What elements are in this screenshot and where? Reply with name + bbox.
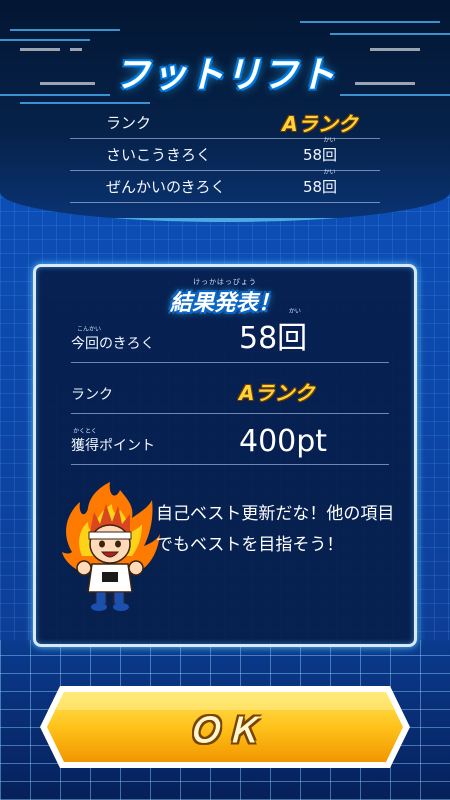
points-value: 400pt [239,424,328,459]
record-label-ruby: こんかい [76,326,102,333]
rank-badge: Aランク [239,381,315,405]
result-message: 自己ベスト更新だな！他の項目でもベストを目指そう！ [156,504,395,555]
points-label-ruby: かくとく [73,428,97,435]
game-title: フットリフト [113,55,336,96]
summary-best-label: さいこうきろく [106,146,212,164]
result-row-points: かくとく獲得ポイント 400pt [71,421,389,465]
flaming-hair-character-icon [62,482,160,611]
ok-button-container: ＯＫ [38,684,412,770]
ok-label: ＯＫ [187,710,263,751]
summary-previous-value: 58回 [302,178,338,196]
summary-best-value: 58回 [302,146,338,164]
result-row-rank: ランク Aランク [71,370,389,414]
summary-rank-badge: Aランク [282,112,358,136]
record-label: 今回のきろく [71,336,155,352]
result-panel: けっかはっぴょう 結果発表！ こんかい 今回のきろく かい 58回 ランク Aランク… [33,264,417,647]
header-band: フットリフト ランク Aランク さいこうきろく かい 58回 ぜんかいのきろく か… [0,0,450,222]
summary-previous-ruby: かい [323,169,336,176]
record-value-ruby: かい [288,308,301,315]
summary-row-previous: ぜんかいのきろく かい 58回 [70,169,380,203]
summary-table: ランク Aランク さいこうきろく かい 58回 ぜんかいのきろく かい 58回 [70,107,380,203]
points-label: 獲得ポイント [71,438,155,454]
record-value: 58回 [239,321,308,356]
summary-best-ruby: かい [323,137,336,144]
ok-button[interactable]: ＯＫ [38,684,412,770]
summary-previous-label: ぜんかいのきろく [106,178,226,196]
result-row-record: こんかい今回のきろく かい 58回 [71,308,389,363]
rank-label: ランク [71,387,113,403]
summary-rank-label: ランク [106,114,152,132]
